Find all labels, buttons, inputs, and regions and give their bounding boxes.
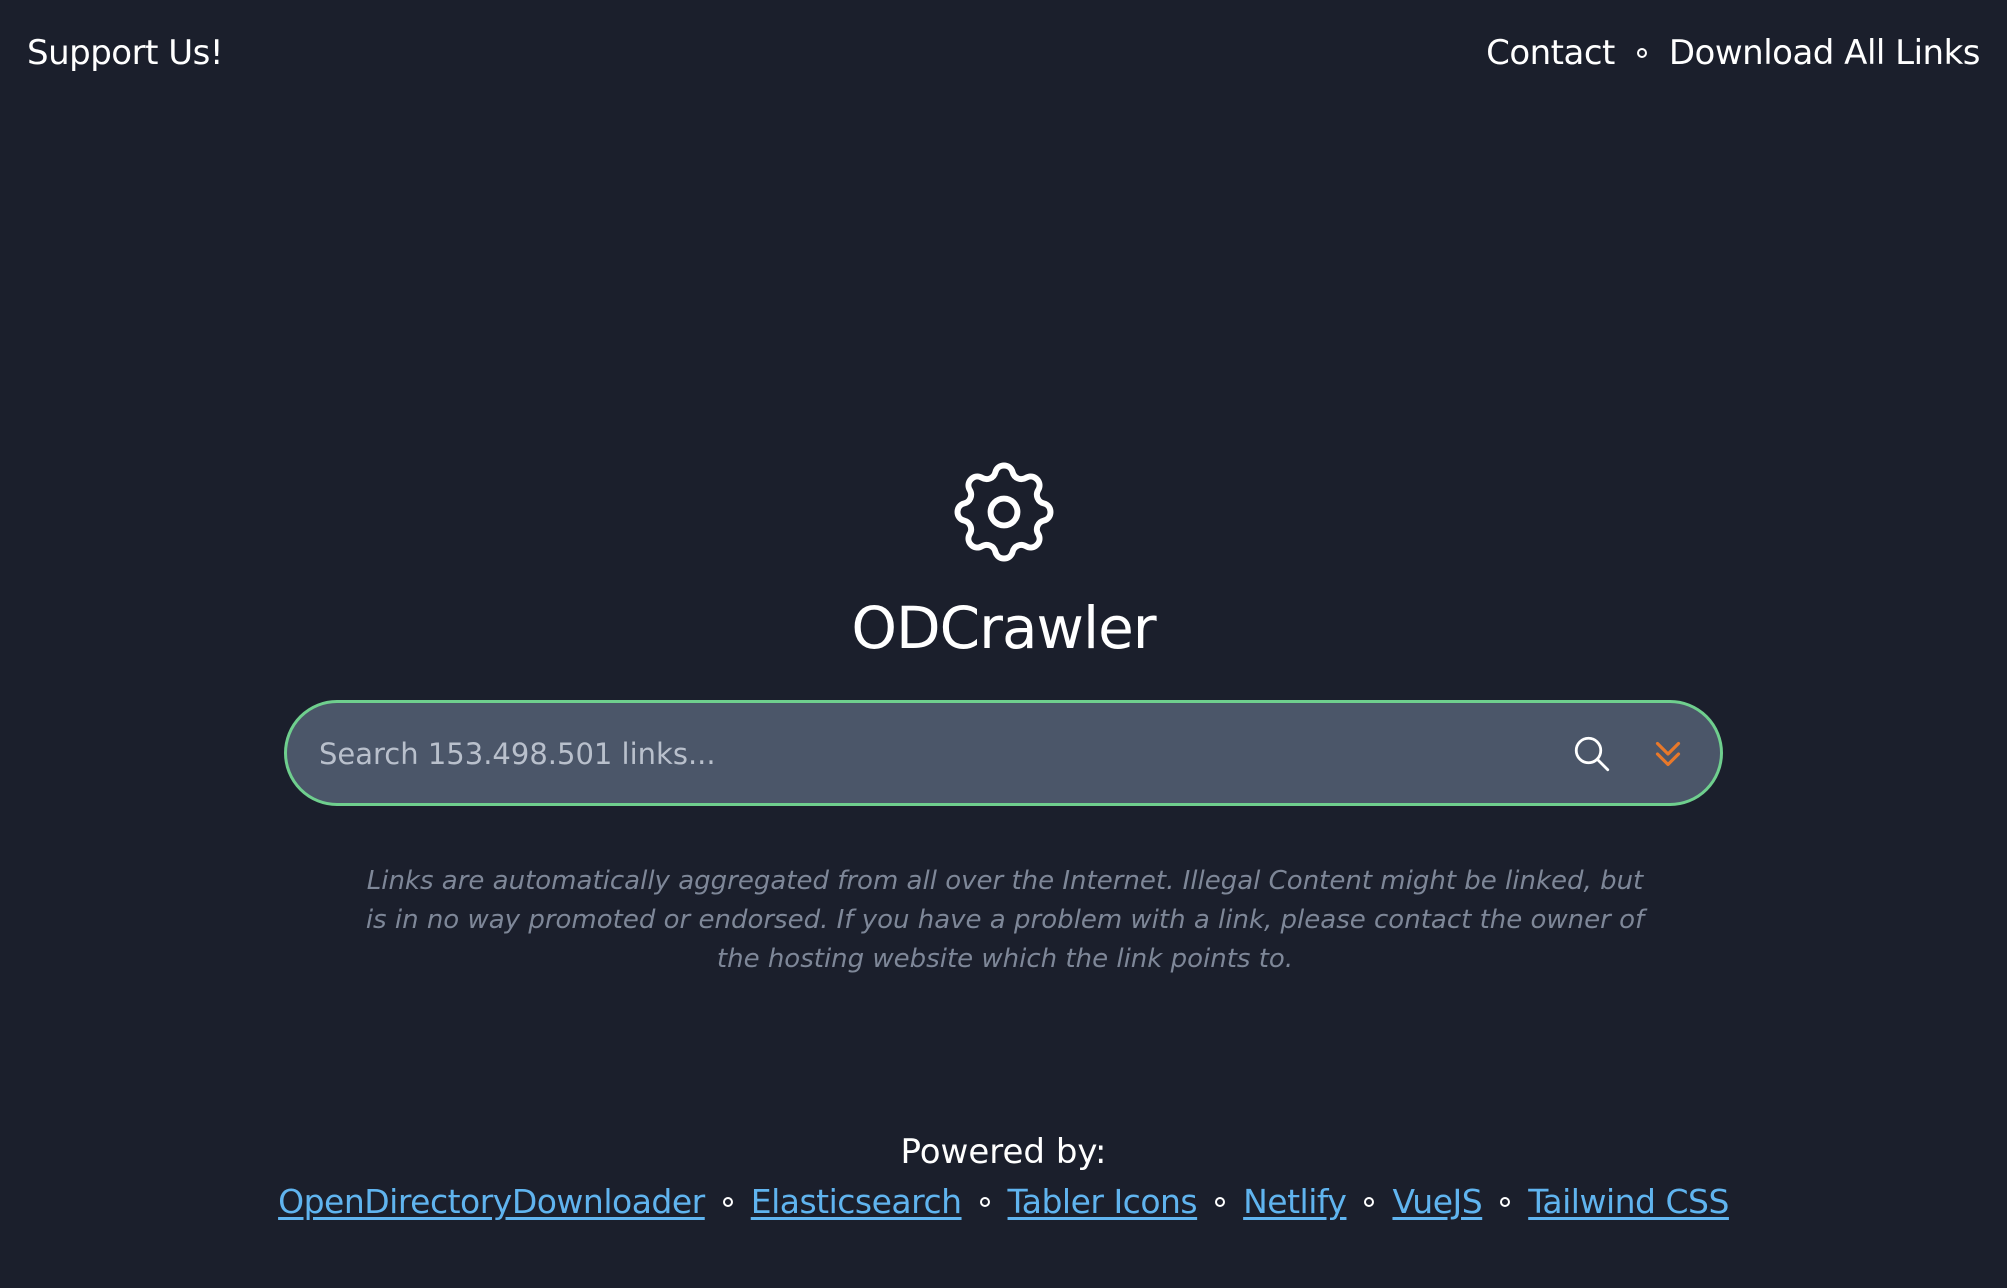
disclaimer-text: Links are automatically aggregated from …	[365, 866, 1645, 974]
site-title: ODCrawler	[851, 594, 1156, 662]
credit-link-elasticsearch[interactable]: Elasticsearch	[751, 1182, 962, 1221]
powered-by-label: Powered by:	[900, 1132, 1107, 1172]
credits-list: OpenDirectoryDownloader Elasticsearch Ta…	[0, 1182, 2007, 1221]
search-icon[interactable]	[1571, 733, 1613, 775]
separator-dot	[722, 1196, 733, 1207]
credit-link-tabler-icons[interactable]: Tabler Icons	[1008, 1182, 1198, 1221]
settings-gear-icon	[954, 462, 1054, 562]
top-navigation: Support Us! Contact Download All Links	[0, 0, 2007, 112]
credit-link-opendirectorydownloader[interactable]: OpenDirectoryDownloader	[278, 1182, 705, 1221]
separator-dot	[1500, 1196, 1511, 1207]
contact-link[interactable]: Contact	[1486, 33, 1615, 73]
credit-link-tailwind-css[interactable]: Tailwind CSS	[1528, 1182, 1729, 1221]
search-bar	[284, 700, 1723, 806]
separator-dot	[1636, 48, 1647, 58]
credit-link-vuejs[interactable]: VueJS	[1392, 1182, 1482, 1221]
separator-dot	[979, 1196, 990, 1207]
separator-dot	[1364, 1196, 1375, 1207]
chevrons-down-icon[interactable]	[1647, 733, 1689, 775]
support-us-link[interactable]: Support Us!	[27, 33, 223, 73]
right-nav: Contact Download All Links	[1486, 33, 1980, 73]
credit-link-netlify[interactable]: Netlify	[1243, 1182, 1347, 1221]
search-input[interactable]	[317, 703, 1501, 805]
separator-dot	[1215, 1196, 1226, 1207]
download-all-links-link[interactable]: Download All Links	[1669, 33, 1981, 73]
